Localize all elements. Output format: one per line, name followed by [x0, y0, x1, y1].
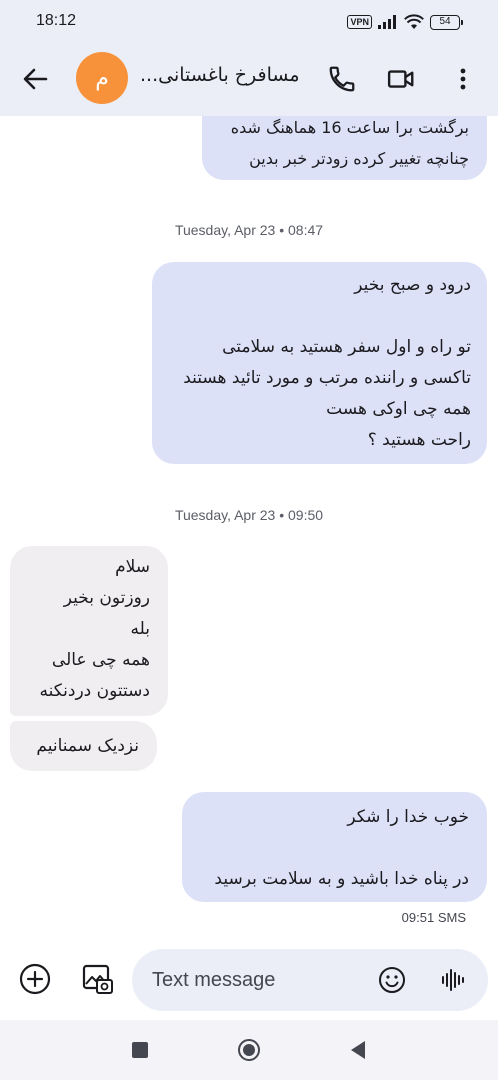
- system-nav-bar: [0, 1020, 498, 1080]
- message-list[interactable]: برگشت برا ساعت 16 هماهنگ شده چنانچه تغیی…: [0, 116, 498, 946]
- message-input[interactable]: [152, 964, 382, 996]
- contact-name[interactable]: مسافرخ باغستانی...: [140, 64, 318, 92]
- more-vert-icon[interactable]: [448, 64, 478, 94]
- date-divider: Tuesday, Apr 23 • 09:50: [174, 507, 324, 523]
- phone-icon[interactable]: [327, 64, 357, 94]
- message-bubble-outgoing[interactable]: درود و صبح بخیر تو راه و اول سفر هستید ب…: [152, 262, 487, 464]
- message-input-field[interactable]: [132, 949, 488, 1011]
- emoji-icon[interactable]: [377, 965, 407, 995]
- wifi-icon: [404, 14, 424, 29]
- back-triangle-icon[interactable]: [346, 1038, 370, 1062]
- home-circle-icon[interactable]: [237, 1038, 261, 1062]
- message-bubble-incoming[interactable]: نزدیک سمنانیم: [10, 721, 157, 771]
- voice-waveform-icon[interactable]: [438, 965, 468, 995]
- add-circle-icon[interactable]: [18, 962, 52, 996]
- status-bar: 18:12 VPN 54: [0, 0, 498, 44]
- date-divider: Tuesday, Apr 23 • 08:47: [174, 222, 324, 238]
- battery-icon: 54: [430, 14, 463, 30]
- composer-bar: [0, 946, 498, 1020]
- video-camera-icon[interactable]: [386, 64, 416, 94]
- gallery-icon[interactable]: [80, 962, 114, 996]
- status-icons: VPN 54: [347, 13, 463, 31]
- message-status: 09:51 SMS: [401, 910, 466, 925]
- signal-icon: [378, 15, 396, 29]
- conversation-header: م مسافرخ باغستانی...: [0, 44, 498, 116]
- message-bubble-incoming[interactable]: سلام روزتون بخیر بله همه چی عالی دستتون …: [10, 546, 168, 716]
- vpn-icon: VPN: [347, 15, 372, 29]
- message-bubble-outgoing[interactable]: خوب خدا را شکر در پناه خدا باشید و به سل…: [182, 792, 487, 902]
- status-time: 18:12: [36, 12, 77, 29]
- avatar[interactable]: م: [76, 52, 128, 104]
- recents-square-icon[interactable]: [128, 1038, 152, 1062]
- back-arrow-icon[interactable]: [20, 64, 50, 94]
- message-bubble-outgoing[interactable]: برگشت برا ساعت 16 هماهنگ شده چنانچه تغیی…: [202, 116, 487, 180]
